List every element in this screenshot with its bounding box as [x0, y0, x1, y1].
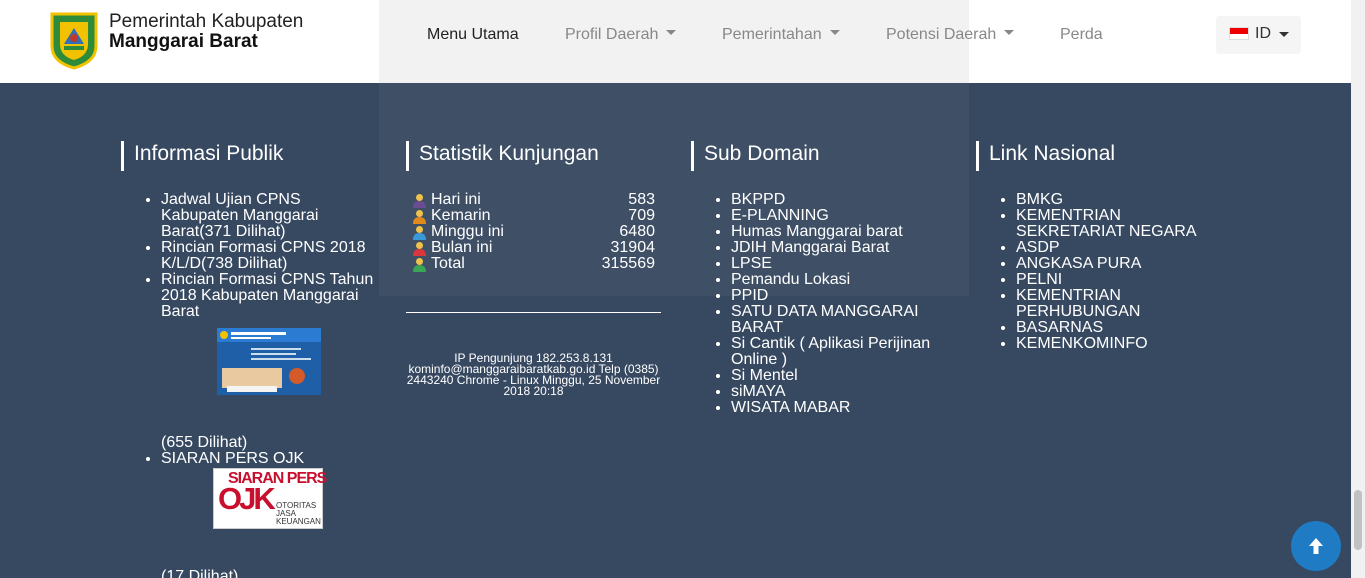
brand-subtitle: Manggarai Barat: [109, 31, 258, 52]
list-item[interactable]: LPSE: [731, 256, 951, 272]
stat-row-bulan-ini: Bulan ini 31904: [412, 240, 657, 256]
user-icon: [413, 258, 426, 272]
user-icon: [413, 242, 426, 256]
list-item[interactable]: PELNI: [1016, 272, 1216, 288]
site-header: Pemerintah Kabupaten Manggarai Barat Men…: [0, 0, 1351, 83]
list-item[interactable]: ANGKASA PURA: [1016, 256, 1216, 272]
stat-row-hari-ini: Hari ini 583: [412, 192, 657, 208]
stat-divider: [406, 312, 661, 313]
language-code: ID: [1255, 25, 1271, 42]
list-item[interactable]: KEMENKOMINFO: [1016, 336, 1216, 352]
list-item[interactable]: KEMENTRIAN PERHUBUNGAN: [1016, 288, 1216, 320]
list-item[interactable]: siMAYA: [731, 384, 951, 400]
visitor-info: IP Pengunjung 182.253.8.131 kominfo@mang…: [406, 351, 661, 398]
nav-menu-utama[interactable]: Menu Utama: [427, 26, 519, 44]
list-item[interactable]: BMKG: [1016, 192, 1216, 208]
list-item[interactable]: PPID: [731, 288, 951, 304]
kabupaten-logo[interactable]: [48, 10, 100, 70]
user-icon: [413, 210, 426, 224]
user-icon: [413, 226, 426, 240]
link-nasional-title: Link Nasional: [976, 141, 1115, 171]
list-item[interactable]: Rincian Formasi CPNS 2018 K/L/D(738 Dili…: [161, 240, 381, 272]
link-nasional-list: BMKG KEMENTRIAN SEKRETARIAT NEGARA ASDP …: [1016, 192, 1216, 352]
nav-potensi-daerah[interactable]: Potensi Daerah: [886, 26, 1015, 44]
informasi-publik-title: Informasi Publik: [121, 141, 283, 171]
nav-pemerintahan[interactable]: Pemerintahan: [722, 26, 840, 44]
indonesia-flag-icon: [1229, 27, 1249, 40]
ojk-press-thumbnail[interactable]: SIARAN PERS OJK OTORITAS JASA KEUANGAN: [213, 468, 327, 529]
list-item[interactable]: Si Mentel: [731, 368, 951, 384]
list-item[interactable]: JDIH Manggarai Barat: [731, 240, 951, 256]
list-item[interactable]: BKPPD: [731, 192, 951, 208]
user-icon: [413, 194, 426, 208]
list-item[interactable]: SIARAN PERS OJK SIARAN PERS OJK OTORITAS…: [161, 451, 381, 578]
arrow-up-icon: [1309, 538, 1323, 554]
cpns-announcement-thumbnail[interactable]: [217, 328, 321, 395]
chevron-down-icon: [1004, 30, 1015, 36]
sub-domain-list: BKPPD E-PLANNING Humas Manggarai barat J…: [731, 192, 951, 416]
brand-title: Pemerintah Kabupaten: [109, 11, 304, 32]
back-to-top-button[interactable]: [1291, 521, 1341, 571]
chevron-down-icon: [666, 30, 677, 36]
views-count: (17 Dilihat): [161, 568, 239, 578]
list-item[interactable]: KEMENTRIAN SEKRETARIAT NEGARA: [1016, 208, 1216, 240]
list-item[interactable]: Humas Manggarai barat: [731, 224, 951, 240]
chevron-down-icon: [1279, 32, 1289, 37]
views-count: (655 Dilihat): [161, 434, 248, 451]
sub-domain-title: Sub Domain: [691, 141, 820, 171]
list-item[interactable]: Pemandu Lokasi: [731, 272, 951, 288]
statistik-kunjungan-title: Statistik Kunjungan: [406, 141, 599, 171]
stat-row-minggu-ini: Minggu ini 6480: [412, 224, 657, 240]
list-item[interactable]: Jadwal Ujian CPNS Kabupaten Manggarai Ba…: [161, 192, 381, 240]
list-item[interactable]: WISATA MABAR: [731, 400, 951, 416]
stat-row-kemarin: Kemarin 709: [412, 208, 657, 224]
list-item[interactable]: Si Cantik ( Aplikasi Perijinan Online ): [731, 336, 951, 368]
nav-profil-daerah[interactable]: Profil Daerah: [565, 26, 677, 44]
list-item[interactable]: Rincian Formasi CPNS Tahun 2018 Kabupate…: [161, 272, 381, 451]
informasi-publik-list: Jadwal Ujian CPNS Kabupaten Manggarai Ba…: [161, 192, 381, 578]
nav-perda[interactable]: Perda: [1060, 26, 1103, 44]
language-selector[interactable]: ID: [1216, 16, 1301, 54]
list-item[interactable]: ASDP: [1016, 240, 1216, 256]
scrollbar-thumb[interactable]: [1354, 490, 1362, 550]
page-scrollbar[interactable]: [1351, 0, 1365, 578]
list-item[interactable]: BASARNAS: [1016, 320, 1216, 336]
chevron-down-icon: [829, 30, 840, 36]
stat-row-total: Total 315569: [412, 256, 657, 272]
list-item[interactable]: E-PLANNING: [731, 208, 951, 224]
list-item[interactable]: SATU DATA MANGGARAI BARAT: [731, 304, 951, 336]
